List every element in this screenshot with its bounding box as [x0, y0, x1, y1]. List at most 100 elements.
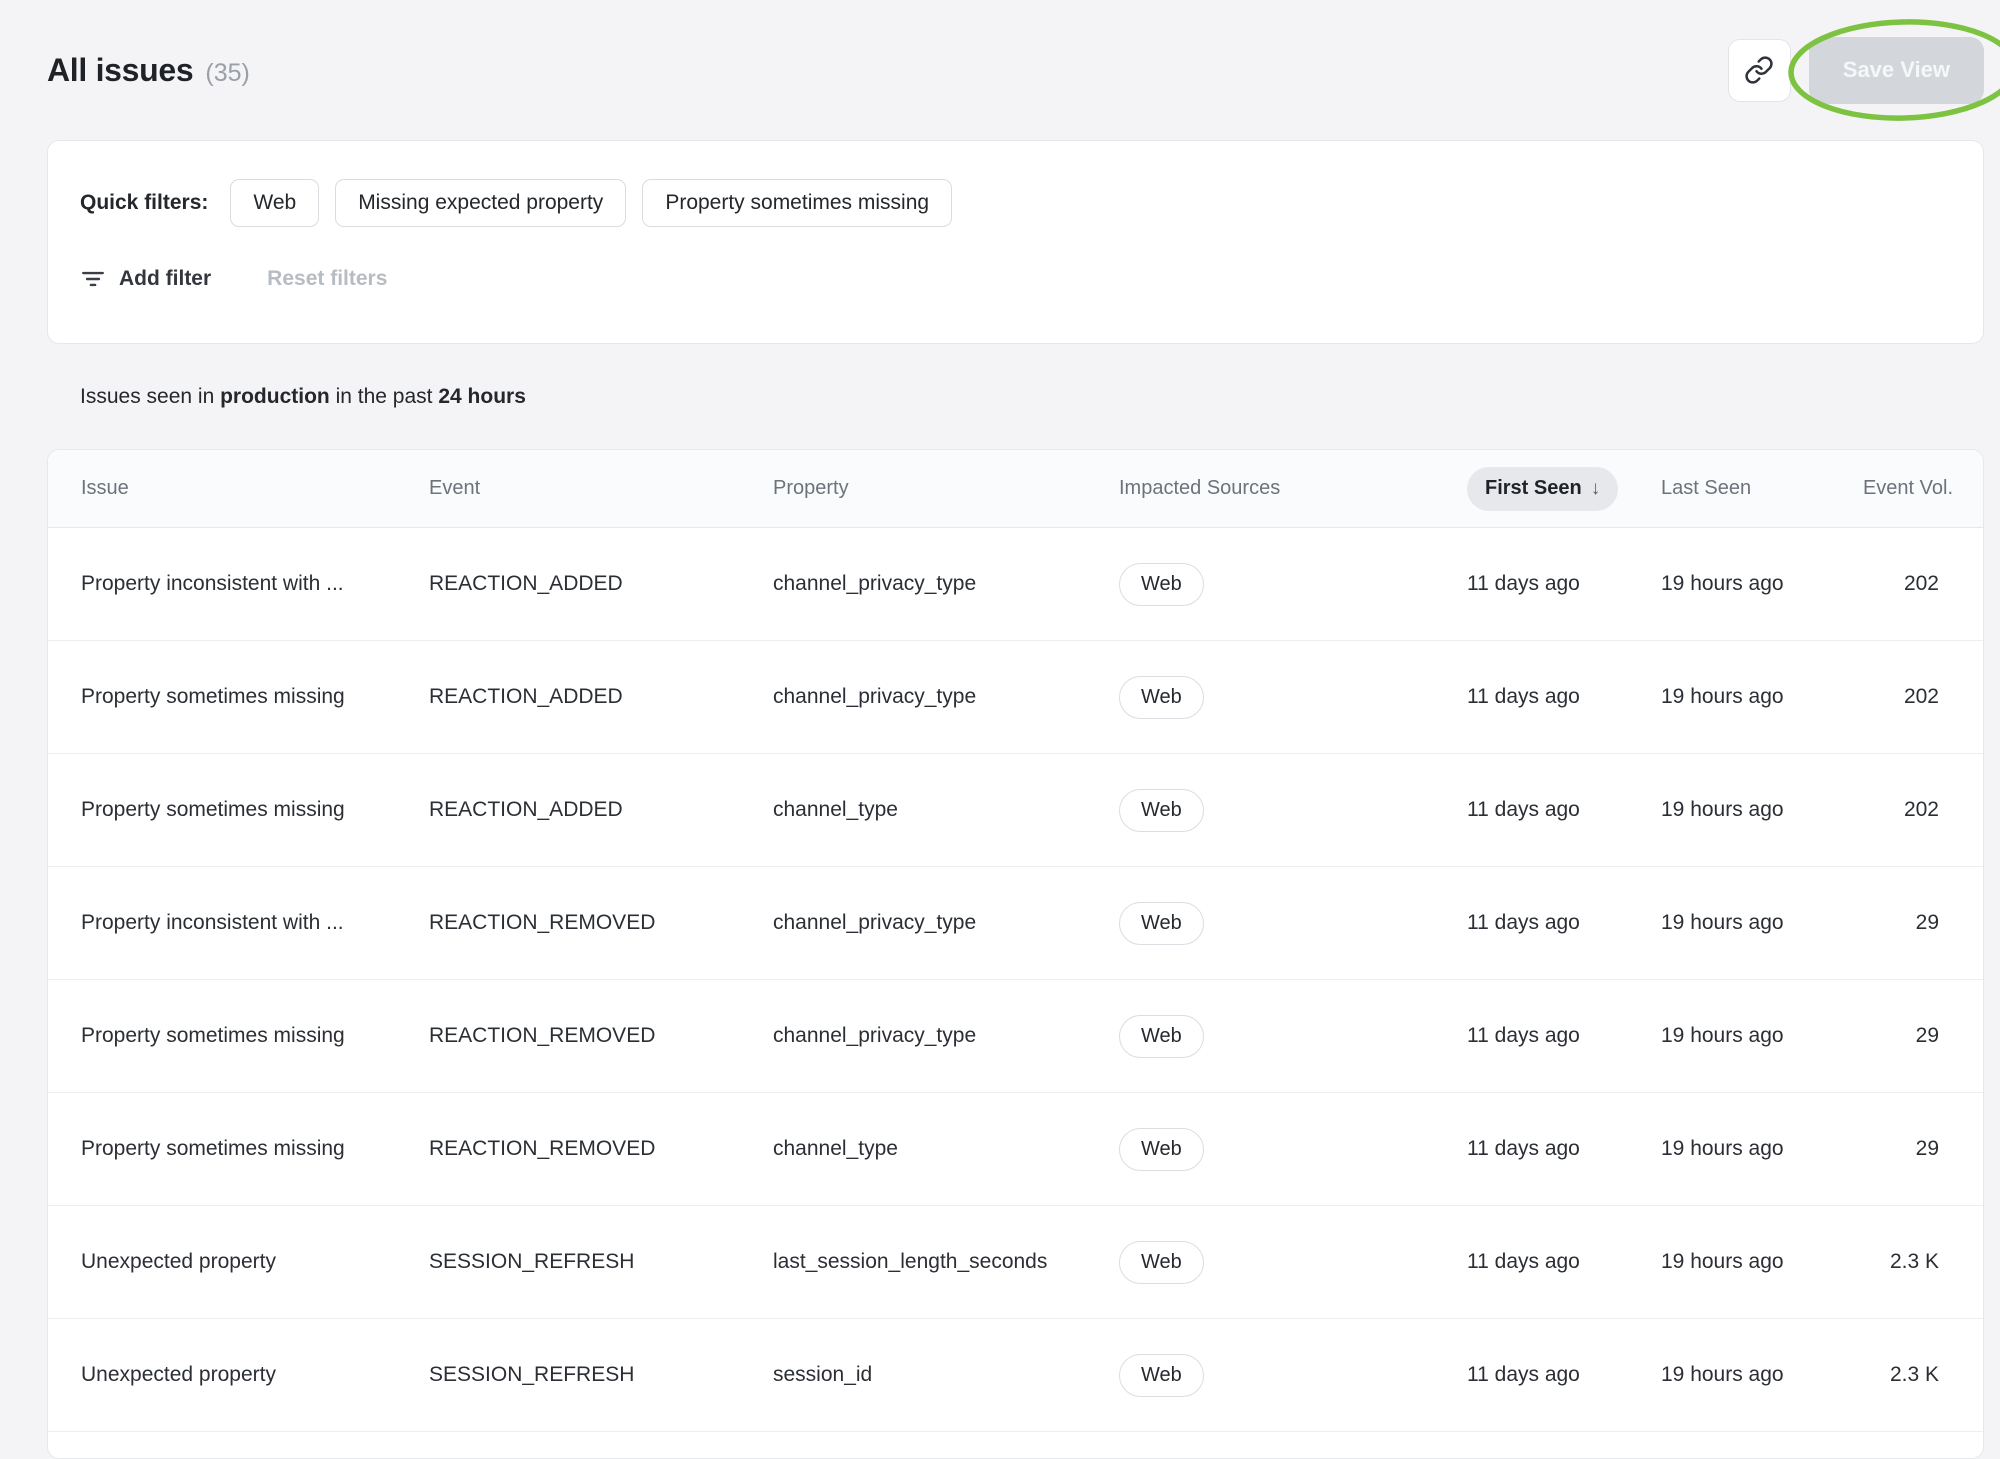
- quick-filters-row: Quick filters: Web Missing expected prop…: [80, 179, 1951, 227]
- property-cell: session_id: [773, 1363, 1119, 1387]
- issue-cell: Property inconsistent with ...: [81, 911, 429, 935]
- event-vol-cell: 29: [1838, 1137, 1953, 1161]
- issue-cell: Unexpected property: [81, 1363, 429, 1387]
- last-seen-cell: 19 hours ago: [1661, 1024, 1838, 1048]
- event-vol-cell: 29: [1838, 1024, 1953, 1048]
- impacted-sources-cell: Web: [1119, 902, 1467, 945]
- issue-cell: Property sometimes missing: [81, 1024, 429, 1048]
- event-cell: REACTION_REMOVED: [429, 1024, 773, 1048]
- filter-lines-icon: [80, 266, 106, 292]
- event-vol-cell: 2.3 K: [1838, 1363, 1953, 1387]
- property-cell: channel_privacy_type: [773, 685, 1119, 709]
- summary-environment: production: [220, 385, 330, 408]
- add-filter-button[interactable]: Add filter: [80, 266, 211, 292]
- impacted-sources-cell: Web: [1119, 1015, 1467, 1058]
- first-seen-cell: 11 days ago: [1467, 1363, 1661, 1387]
- filter-chip-property-sometimes-missing[interactable]: Property sometimes missing: [642, 179, 952, 227]
- source-badge: Web: [1119, 1128, 1204, 1171]
- table-row[interactable]: Property sometimes missing REACTION_REMO…: [48, 980, 1983, 1093]
- source-badge: Web: [1119, 902, 1204, 945]
- copy-link-button[interactable]: [1728, 39, 1791, 102]
- column-header-last-seen[interactable]: Last Seen: [1661, 477, 1838, 500]
- last-seen-cell: 19 hours ago: [1661, 911, 1838, 935]
- first-seen-cell: 11 days ago: [1467, 685, 1661, 709]
- issue-count: (35): [205, 59, 249, 88]
- source-badge: Web: [1119, 789, 1204, 832]
- last-seen-cell: 19 hours ago: [1661, 685, 1838, 709]
- event-cell: REACTION_REMOVED: [429, 1137, 773, 1161]
- event-cell: REACTION_ADDED: [429, 798, 773, 822]
- reset-filters-button[interactable]: Reset filters: [267, 267, 387, 291]
- filter-chip-web[interactable]: Web: [230, 179, 319, 227]
- first-seen-cell: 11 days ago: [1467, 572, 1661, 596]
- filter-actions-row: Add filter Reset filters: [80, 259, 1951, 299]
- property-cell: channel_privacy_type: [773, 572, 1119, 596]
- page-title: All issues (35): [47, 52, 250, 89]
- event-vol-cell: 29: [1838, 911, 1953, 935]
- event-vol-cell: 202: [1838, 798, 1953, 822]
- summary-prefix: Issues seen in: [80, 385, 214, 408]
- event-cell: REACTION_ADDED: [429, 572, 773, 596]
- table-row[interactable]: Property inconsistent with ... REACTION_…: [48, 867, 1983, 980]
- column-header-event-vol[interactable]: Event Vol.: [1838, 477, 1953, 500]
- table-row[interactable]: Unexpected property SESSION_REFRESH last…: [48, 1206, 1983, 1319]
- header-actions: Save View: [1728, 37, 1984, 104]
- event-cell: REACTION_ADDED: [429, 685, 773, 709]
- quick-filters-card: Quick filters: Web Missing expected prop…: [47, 140, 1984, 344]
- impacted-sources-cell: Web: [1119, 1354, 1467, 1397]
- column-header-first-seen[interactable]: First Seen ↓: [1467, 467, 1661, 511]
- table-row[interactable]: Property inconsistent with ... REACTION_…: [48, 528, 1983, 641]
- column-header-impacted-sources[interactable]: Impacted Sources: [1119, 477, 1467, 500]
- save-view-button[interactable]: Save View: [1809, 37, 1984, 104]
- issue-cell: Property sometimes missing: [81, 1137, 429, 1161]
- event-vol-cell: 202: [1838, 572, 1953, 596]
- property-cell: channel_type: [773, 1137, 1119, 1161]
- event-cell: SESSION_REFRESH: [429, 1363, 773, 1387]
- issues-page: All issues (35) Save View Quick filters:…: [0, 0, 2000, 1459]
- last-seen-cell: 19 hours ago: [1661, 572, 1838, 596]
- impacted-sources-cell: Web: [1119, 563, 1467, 606]
- table-row[interactable]: Property sometimes missing REACTION_ADDE…: [48, 641, 1983, 754]
- source-badge: Web: [1119, 563, 1204, 606]
- first-seen-cell: 11 days ago: [1467, 1024, 1661, 1048]
- source-badge: Web: [1119, 1241, 1204, 1284]
- first-seen-cell: 11 days ago: [1467, 911, 1661, 935]
- column-header-event[interactable]: Event: [429, 477, 773, 500]
- event-cell: REACTION_REMOVED: [429, 911, 773, 935]
- column-header-issue[interactable]: Issue: [81, 477, 429, 500]
- table-row[interactable]: Property sometimes missing REACTION_ADDE…: [48, 754, 1983, 867]
- event-vol-cell: 2.3 K: [1838, 1250, 1953, 1274]
- impacted-sources-cell: Web: [1119, 789, 1467, 832]
- property-cell: channel_privacy_type: [773, 1024, 1119, 1048]
- last-seen-cell: 19 hours ago: [1661, 1250, 1838, 1274]
- impacted-sources-cell: Web: [1119, 676, 1467, 719]
- table-row[interactable]: Property sometimes missing REACTION_REMO…: [48, 1093, 1983, 1206]
- first-seen-cell: 11 days ago: [1467, 1137, 1661, 1161]
- link-icon: [1744, 55, 1774, 85]
- table-row[interactable]: Unexpected property SESSION_REFRESH sess…: [48, 1319, 1983, 1432]
- issue-cell: Property sometimes missing: [81, 798, 429, 822]
- impacted-sources-cell: Web: [1119, 1128, 1467, 1171]
- summary-timeframe: 24 hours: [438, 385, 526, 408]
- event-cell: SESSION_REFRESH: [429, 1250, 773, 1274]
- issue-cell: Property inconsistent with ...: [81, 572, 429, 596]
- source-badge: Web: [1119, 1354, 1204, 1397]
- filter-chip-missing-expected-property[interactable]: Missing expected property: [335, 179, 626, 227]
- last-seen-cell: 19 hours ago: [1661, 1363, 1838, 1387]
- issue-cell: Property sometimes missing: [81, 685, 429, 709]
- issue-cell: Unexpected property: [81, 1250, 429, 1274]
- last-seen-cell: 19 hours ago: [1661, 798, 1838, 822]
- property-cell: channel_type: [773, 798, 1119, 822]
- source-badge: Web: [1119, 1015, 1204, 1058]
- event-vol-cell: 202: [1838, 685, 1953, 709]
- first-seen-cell: 11 days ago: [1467, 1250, 1661, 1274]
- add-filter-label: Add filter: [119, 267, 211, 291]
- page-header: All issues (35) Save View: [47, 0, 1984, 140]
- column-header-property[interactable]: Property: [773, 477, 1119, 500]
- property-cell: last_session_length_seconds: [773, 1250, 1119, 1274]
- first-seen-cell: 11 days ago: [1467, 798, 1661, 822]
- sort-down-icon: ↓: [1591, 478, 1601, 500]
- source-badge: Web: [1119, 676, 1204, 719]
- last-seen-cell: 19 hours ago: [1661, 1137, 1838, 1161]
- issues-summary: Issues seen in production in the past 24…: [80, 384, 1984, 409]
